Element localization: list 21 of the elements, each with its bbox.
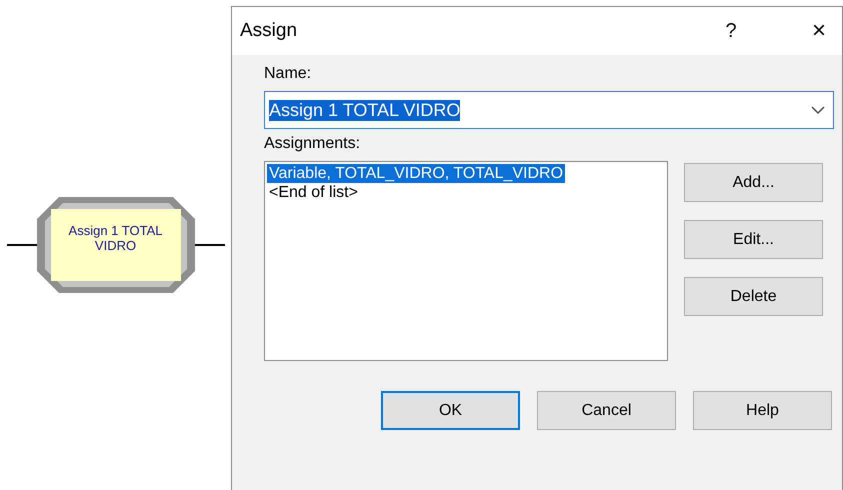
module-label: Assign 1 TOTAL VIDRO (68, 223, 164, 253)
name-combobox[interactable]: Assign 1 TOTAL VIDRO (264, 91, 834, 129)
list-item[interactable]: Variable, TOTAL_VIDRO, TOTAL_VIDRO (267, 164, 566, 183)
dialog-button[interactable]: Cancel (537, 391, 676, 430)
assignments-list[interactable]: Variable, TOTAL_VIDRO, TOTAL_VIDRO <End of list> (264, 161, 668, 361)
window-title: Assign (240, 20, 298, 42)
field-label: Assignments: (264, 135, 362, 153)
action-button[interactable]: Delete (684, 277, 823, 316)
chevron-icon (811, 106, 825, 114)
action-button[interactable]: Add... (684, 163, 823, 202)
combobox-value: Assign 1 TOTAL VIDRO (269, 100, 460, 120)
field-label: Name: (264, 65, 312, 83)
connector-line (194, 244, 224, 246)
connector-line (6, 244, 36, 246)
dialog-button[interactable]: OK (381, 391, 520, 430)
list-item[interactable]: <End of list> (267, 183, 360, 202)
assign-module-block[interactable] (36, 197, 194, 293)
help-button[interactable]: ? (708, 11, 754, 51)
close-button[interactable]: × (796, 11, 842, 51)
dialog-button[interactable]: Help (693, 391, 832, 430)
action-button[interactable]: Edit... (684, 220, 823, 259)
